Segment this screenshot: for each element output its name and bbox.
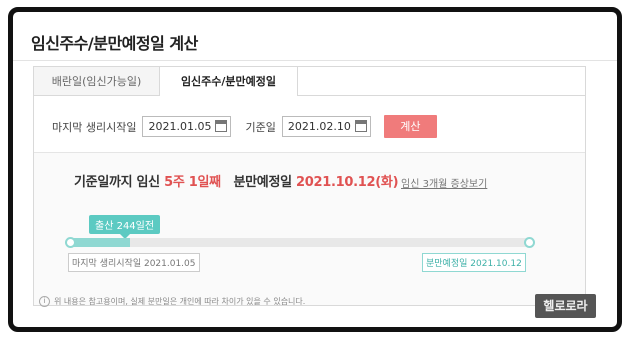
last-period-value: 2021.01.05	[148, 120, 212, 133]
last-period-label: 마지막 생리시작일	[52, 120, 137, 134]
calendar-icon[interactable]	[215, 120, 228, 132]
tab-bar: 배란일(임신가능일) 임신주수/분만예정일	[34, 67, 298, 96]
standard-date-value: 2021.02.10	[287, 120, 351, 133]
window-frame: 임신주수/분만예정일 계산 배란일(임신가능일) 임신주수/분만예정일 마지막 …	[8, 7, 622, 332]
info-icon: i	[39, 296, 50, 307]
progress-track	[65, 237, 535, 248]
tab-divider	[298, 95, 585, 96]
tab-due-date[interactable]: 임신주수/분만예정일	[160, 67, 298, 96]
date-form: 마지막 생리시작일 2021.01.05 기준일 2021.02.10 계산	[52, 115, 437, 138]
pregnancy-weeks: 5주 1일째	[164, 175, 221, 190]
due-date-value: 2021.10.12(화)	[296, 175, 399, 190]
days-remaining-bubble: 출산 244일전	[89, 215, 161, 239]
due-date-label: 분만예정일	[233, 175, 292, 190]
calendar-icon[interactable]	[354, 120, 367, 132]
calculate-button[interactable]: 계산	[383, 115, 437, 138]
progress-end-dot	[524, 237, 535, 248]
start-date-tag: 마지막 생리시작일 2021.01.05	[68, 253, 200, 272]
tab-ovulation[interactable]: 배란일(임신가능일)	[34, 67, 160, 96]
standard-date-input[interactable]: 2021.02.10	[281, 116, 371, 137]
standard-date-label: 기준일	[245, 120, 276, 134]
last-period-input[interactable]: 2021.01.05	[142, 116, 232, 137]
disclaimer-text: 위 내용은 참고용이며, 실제 분만일은 개인에 따라 차이가 있을 수 있습니…	[54, 297, 306, 306]
progress-start-dot	[65, 237, 76, 248]
symptoms-link[interactable]: 임신 3개월 증상보기	[401, 175, 487, 190]
result-area: 기준일까지 임신 5주 1일째 분만예정일 2021.10.12(화) 임신 3…	[34, 152, 585, 305]
page-title: 임신주수/분만예정일 계산	[31, 34, 198, 53]
progress-fill	[70, 238, 130, 247]
disclaimer: i 위 내용은 참고용이며, 실제 분만일은 개인에 따라 차이가 있을 수 있…	[39, 296, 305, 307]
due-date-tag: 분만예정일 2021.10.12	[422, 253, 526, 272]
result-summary: 기준일까지 임신 5주 1일째 분만예정일 2021.10.12(화)	[74, 171, 399, 190]
result-prefix: 기준일까지 임신	[74, 175, 160, 190]
calculator-panel: 배란일(임신가능일) 임신주수/분만예정일 마지막 생리시작일 2021.01.…	[33, 66, 586, 306]
watermark-logo: 헬로로라	[535, 294, 596, 318]
title-divider	[13, 60, 617, 61]
